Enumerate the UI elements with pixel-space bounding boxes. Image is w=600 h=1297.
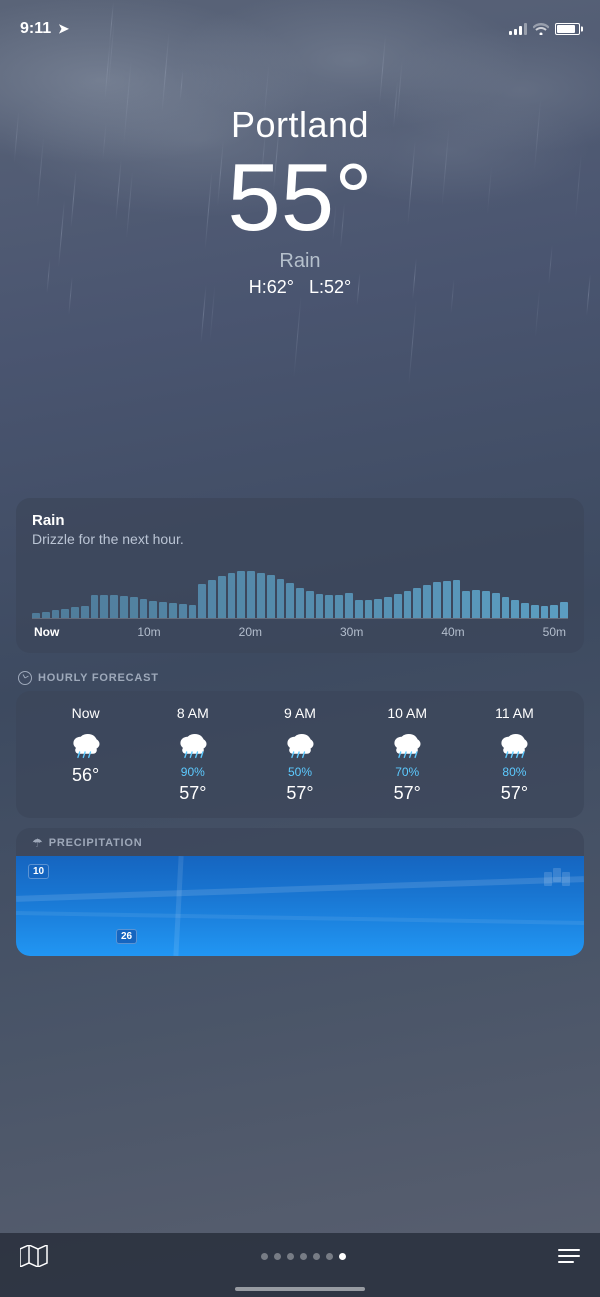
signal-icon bbox=[509, 23, 527, 35]
map-number-10: 10 bbox=[28, 864, 49, 879]
precip-label-10m: 10m bbox=[137, 625, 160, 639]
hour-label-now: Now bbox=[72, 705, 100, 721]
hourly-section-header: HOURLY FORECAST bbox=[16, 663, 584, 691]
high-temp: H:62° bbox=[249, 277, 294, 297]
weather-icon-now bbox=[68, 725, 104, 761]
hourly-item-now: Now 56° bbox=[32, 705, 139, 786]
precip-label-now: Now bbox=[34, 625, 59, 639]
condition: Rain bbox=[0, 250, 600, 273]
time-display: 9:11 bbox=[20, 20, 51, 38]
umbrella-icon: ☂ bbox=[32, 836, 43, 850]
list-nav-button[interactable] bbox=[558, 1249, 580, 1263]
hourly-item-10am: 10 AM 70% 57° bbox=[354, 705, 461, 804]
map-list-button[interactable] bbox=[20, 1245, 48, 1267]
hourly-item-9am: 9 AM 50% 57° bbox=[246, 705, 353, 804]
page-dot-2 bbox=[274, 1253, 281, 1260]
hour-label-10am: 10 AM bbox=[387, 705, 427, 721]
hour-precip-8am: 90% bbox=[181, 765, 205, 779]
bottom-nav bbox=[0, 1233, 600, 1297]
weather-icon-8am bbox=[175, 725, 211, 761]
hour-temp-11am: 57° bbox=[501, 783, 528, 804]
page-dot-7 bbox=[339, 1253, 346, 1260]
location-arrow-icon: ➤ bbox=[58, 21, 69, 37]
clock-icon bbox=[18, 671, 32, 685]
status-right bbox=[509, 23, 580, 35]
map-road-horizontal bbox=[16, 876, 584, 902]
hour-label-9am: 9 AM bbox=[284, 705, 316, 721]
bottom-nav-content bbox=[20, 1245, 580, 1267]
wifi-icon bbox=[533, 23, 549, 35]
precipitation-chart bbox=[32, 559, 568, 619]
hour-label-11am: 11 AM bbox=[495, 705, 534, 721]
precip-label-40m: 40m bbox=[441, 625, 464, 639]
temperature: 55° bbox=[0, 150, 600, 246]
page-dot-6 bbox=[326, 1253, 333, 1260]
low-temp: L:52° bbox=[309, 277, 351, 297]
precipitation-header-text: PRECIPITATION bbox=[49, 837, 143, 849]
precipitation-minute-card: Rain Drizzle for the next hour. Now 10m … bbox=[16, 498, 584, 653]
precip-card-subtitle: Drizzle for the next hour. bbox=[32, 531, 568, 547]
weather-icon-10am bbox=[389, 725, 425, 761]
hi-lo: H:62° L:52° bbox=[0, 277, 600, 298]
precip-label-20m: 20m bbox=[239, 625, 262, 639]
hour-precip-11am: 80% bbox=[502, 765, 526, 779]
hourly-forecast-card: Now 56° 8 AM bbox=[16, 691, 584, 818]
city-name: Portland bbox=[0, 104, 600, 146]
map-icon-overlay bbox=[542, 864, 572, 894]
weather-main: Portland 55° Rain H:62° L:52° bbox=[0, 44, 600, 298]
status-time: 9:11 ➤ bbox=[20, 20, 69, 38]
page-dot-5 bbox=[313, 1253, 320, 1260]
home-indicator bbox=[235, 1287, 365, 1291]
weather-icon-11am bbox=[496, 725, 532, 761]
map-number-26: 26 bbox=[116, 929, 137, 944]
hour-precip-10am: 70% bbox=[395, 765, 419, 779]
battery-icon bbox=[555, 23, 580, 35]
weather-icon-9am bbox=[282, 725, 318, 761]
map-road-h2 bbox=[16, 911, 584, 925]
precipitation-section-card: ☂ PRECIPITATION 10 26 bbox=[16, 828, 584, 956]
hourly-item-11am: 11 AM 80% 57° bbox=[461, 705, 568, 804]
cards-container: Rain Drizzle for the next hour. Now 10m … bbox=[0, 498, 600, 956]
status-bar: 9:11 ➤ bbox=[0, 0, 600, 44]
page-dot-4 bbox=[300, 1253, 307, 1260]
hour-temp-now: 56° bbox=[72, 765, 99, 786]
precip-label-50m: 50m bbox=[543, 625, 566, 639]
hour-temp-8am: 57° bbox=[179, 783, 206, 804]
map-nav-svg bbox=[20, 1245, 48, 1267]
precipitation-map[interactable]: 10 26 bbox=[16, 856, 584, 956]
hour-temp-10am: 57° bbox=[394, 783, 421, 804]
hour-precip-9am: 50% bbox=[288, 765, 312, 779]
precipitation-section-header: ☂ PRECIPITATION bbox=[16, 828, 584, 856]
page-dot-1 bbox=[261, 1253, 268, 1260]
hour-label-8am: 8 AM bbox=[177, 705, 209, 721]
hour-temp-9am: 57° bbox=[286, 783, 313, 804]
hourly-item-8am: 8 AM 90% 57° bbox=[139, 705, 246, 804]
hourly-row: Now 56° 8 AM bbox=[32, 695, 568, 804]
page-dot-3 bbox=[287, 1253, 294, 1260]
hourly-header-text: HOURLY FORECAST bbox=[38, 672, 159, 684]
page-dots bbox=[261, 1253, 346, 1260]
precip-time-labels: Now 10m 20m 30m 40m 50m bbox=[32, 625, 568, 639]
precip-label-30m: 30m bbox=[340, 625, 363, 639]
map-road-vertical bbox=[173, 856, 183, 956]
precip-card-title: Rain bbox=[32, 512, 568, 529]
